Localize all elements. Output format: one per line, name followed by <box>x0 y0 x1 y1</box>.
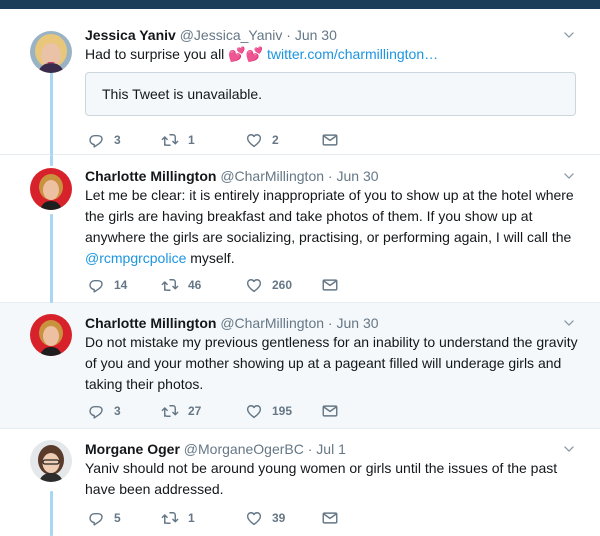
tweet-text: Let me be clear: it is entirely inapprop… <box>85 187 574 266</box>
reply-icon <box>87 131 105 149</box>
avatar[interactable] <box>30 31 72 73</box>
envelope-icon <box>321 131 339 149</box>
two-hearts-emoji: 💕💕 <box>228 46 264 62</box>
user-handle[interactable]: @MorganeOgerBC <box>184 441 304 457</box>
envelope-icon <box>321 276 339 294</box>
tweet-text: Had to surprise you all 💕💕 twitter.com/c… <box>85 46 439 62</box>
quoted-tweet-text: This Tweet is unavailable. <box>102 86 263 102</box>
display-name[interactable]: Morgane Oger <box>85 441 180 457</box>
tweet-item[interactable]: Charlotte Millington @CharMillington · J… <box>0 303 600 429</box>
user-handle[interactable]: @CharMillington <box>220 315 324 331</box>
retweet-count: 46 <box>188 278 202 292</box>
like-button[interactable]: 195 <box>245 401 292 421</box>
heart-icon <box>245 276 263 294</box>
chevron-down-icon[interactable] <box>562 442 576 456</box>
like-count: 39 <box>272 511 286 525</box>
like-button[interactable]: 39 <box>245 508 285 528</box>
reply-button[interactable]: 5 <box>87 508 121 528</box>
retweet-count: 1 <box>188 133 195 147</box>
tweet-link[interactable]: twitter.com/charmillington… <box>267 46 438 62</box>
direct-message-button[interactable] <box>321 508 339 528</box>
direct-message-button[interactable] <box>321 275 339 295</box>
tweet-timestamp[interactable]: Jul 1 <box>316 441 346 457</box>
chevron-down-icon[interactable] <box>562 316 576 330</box>
envelope-icon <box>321 509 339 527</box>
chevron-down-icon[interactable] <box>562 169 576 183</box>
heart-icon <box>245 402 263 420</box>
retweet-button[interactable]: 27 <box>161 401 201 421</box>
retweet-button[interactable]: 1 <box>161 130 195 150</box>
tweet-timestamp[interactable]: Jun 30 <box>336 315 378 331</box>
top-bar <box>0 0 600 9</box>
reply-count: 3 <box>114 133 121 147</box>
thread-line <box>50 214 53 303</box>
reply-button[interactable]: 14 <box>87 275 127 295</box>
retweet-count: 27 <box>188 404 202 418</box>
display-name[interactable]: Charlotte Millington <box>85 168 216 184</box>
reply-icon <box>87 276 105 294</box>
like-count: 260 <box>272 278 293 292</box>
retweet-button[interactable]: 1 <box>161 508 195 528</box>
retweet-icon <box>161 276 179 294</box>
thread-line <box>50 155 53 166</box>
heart-icon <box>245 509 263 527</box>
reply-button[interactable]: 3 <box>87 401 121 421</box>
retweet-icon <box>161 402 179 420</box>
user-mention[interactable]: @rcmpgrcpolice <box>85 250 186 266</box>
like-button[interactable]: 260 <box>245 275 292 295</box>
reply-icon <box>87 402 105 420</box>
like-button[interactable]: 2 <box>245 130 279 150</box>
retweet-count: 1 <box>188 511 195 525</box>
user-handle[interactable]: @CharMillington <box>220 168 324 184</box>
user-handle[interactable]: @Jessica_Yaniv <box>180 27 283 43</box>
retweet-icon <box>161 509 179 527</box>
tweet-item[interactable]: Charlotte Millington @CharMillington · J… <box>0 155 600 303</box>
thread-line <box>50 69 53 155</box>
thread-line <box>50 491 53 536</box>
like-count: 2 <box>272 133 279 147</box>
avatar[interactable] <box>30 314 72 356</box>
display-name[interactable]: Charlotte Millington <box>85 315 216 331</box>
tweet-text: Do not mistake my previous gentleness fo… <box>85 334 578 392</box>
display-name[interactable]: Jessica Yaniv <box>85 27 176 43</box>
tweet-item[interactable]: Jessica Yaniv @Jessica_Yaniv · Jun 30 Ha… <box>0 9 600 155</box>
reply-count: 5 <box>114 511 121 525</box>
direct-message-button[interactable] <box>321 401 339 421</box>
tweet-timestamp[interactable]: Jun 30 <box>295 27 337 43</box>
tweet-text: Yaniv should not be around young women o… <box>85 460 558 497</box>
like-count: 195 <box>272 404 293 418</box>
direct-message-button[interactable] <box>321 130 339 150</box>
quoted-tweet-card[interactable]: This Tweet is unavailable. <box>85 72 576 116</box>
reply-count: 3 <box>114 404 121 418</box>
avatar[interactable] <box>30 440 72 482</box>
retweet-button[interactable]: 46 <box>161 275 201 295</box>
tweet-item[interactable]: Morgane Oger @MorganeOgerBC · Jul 1 Yani… <box>0 429 600 536</box>
chevron-down-icon[interactable] <box>562 28 576 42</box>
avatar[interactable] <box>30 168 72 210</box>
reply-count: 14 <box>114 278 128 292</box>
tweet-timestamp[interactable]: Jun 30 <box>336 168 378 184</box>
retweet-icon <box>161 131 179 149</box>
reply-button[interactable]: 3 <box>87 130 121 150</box>
reply-icon <box>87 509 105 527</box>
envelope-icon <box>321 402 339 420</box>
heart-icon <box>245 131 263 149</box>
